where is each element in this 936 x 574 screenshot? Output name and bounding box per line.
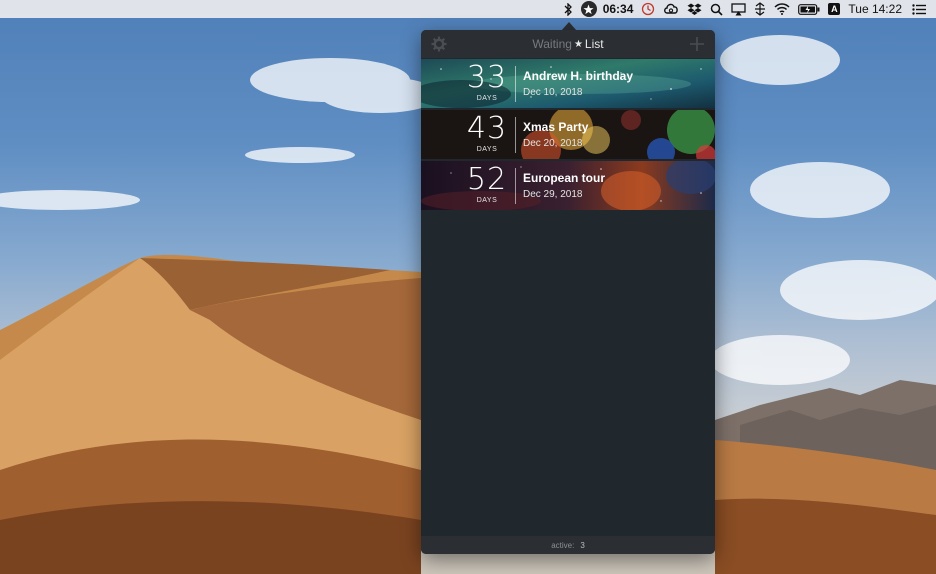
star-icon[interactable]	[580, 0, 597, 18]
gear-icon[interactable]	[431, 36, 447, 52]
event-days-unit: DAYS	[476, 146, 498, 153]
menu-bar: 06:34 A Tue 14:22	[0, 0, 936, 18]
event-days-count: 33	[466, 60, 508, 95]
event-row[interactable]: 52 DAYS European tour Dec 29, 2018	[421, 161, 715, 210]
battery-icon[interactable]	[798, 0, 820, 18]
plus-icon[interactable]	[689, 36, 705, 52]
event-divider	[515, 66, 516, 102]
active-count-value: 3	[580, 540, 585, 550]
popover-title-star: ★	[573, 38, 583, 50]
event-days-unit: DAYS	[476, 197, 498, 204]
event-date: Dec 29, 2018	[523, 189, 583, 200]
event-row[interactable]: 43 DAYS Xmas Party Dec 20, 2018	[421, 110, 715, 159]
wifi-icon[interactable]	[774, 0, 790, 18]
event-days-count: 52	[466, 162, 508, 197]
popover-title-list: List	[584, 37, 604, 51]
creative-cloud-icon[interactable]	[663, 0, 679, 18]
event-divider	[515, 117, 516, 153]
timer-icon[interactable]	[641, 0, 655, 18]
event-title: Xmas Party	[523, 120, 589, 134]
input-source-badge[interactable]: A	[828, 0, 841, 18]
event-days-count: 43	[466, 111, 508, 146]
menu-bar-countdown-time[interactable]: 06:34	[603, 0, 634, 18]
event-list: 33 DAYS Andrew H. birthday Dec 10, 2018	[421, 59, 715, 212]
airplay-icon[interactable]	[731, 0, 747, 18]
popover-footer: active: 3	[421, 536, 715, 554]
popover-title-waiting: Waiting	[532, 37, 572, 51]
event-row[interactable]: 33 DAYS Andrew H. birthday Dec 10, 2018	[421, 59, 715, 108]
bluetooth-icon[interactable]	[563, 0, 573, 18]
menu-bar-clock[interactable]: Tue 14:22	[848, 0, 902, 18]
search-icon[interactable]	[710, 0, 723, 18]
input-source-letter: A	[828, 3, 841, 15]
active-count-label: active:	[551, 540, 575, 550]
event-divider	[515, 168, 516, 204]
event-date: Dec 20, 2018	[523, 138, 583, 149]
event-days-unit: DAYS	[476, 95, 498, 102]
notification-center-icon[interactable]	[912, 0, 926, 18]
event-title: Andrew H. birthday	[523, 69, 634, 83]
event-date: Dec 10, 2018	[523, 87, 583, 98]
dropbox-icon[interactable]	[687, 0, 702, 18]
event-title: European tour	[523, 171, 606, 185]
network-icon[interactable]	[754, 0, 766, 18]
waiting-list-popover: Waiting ★ List 33 DAYS Andrew H. birthda…	[421, 30, 715, 554]
popover-header: Waiting ★ List	[421, 30, 715, 58]
